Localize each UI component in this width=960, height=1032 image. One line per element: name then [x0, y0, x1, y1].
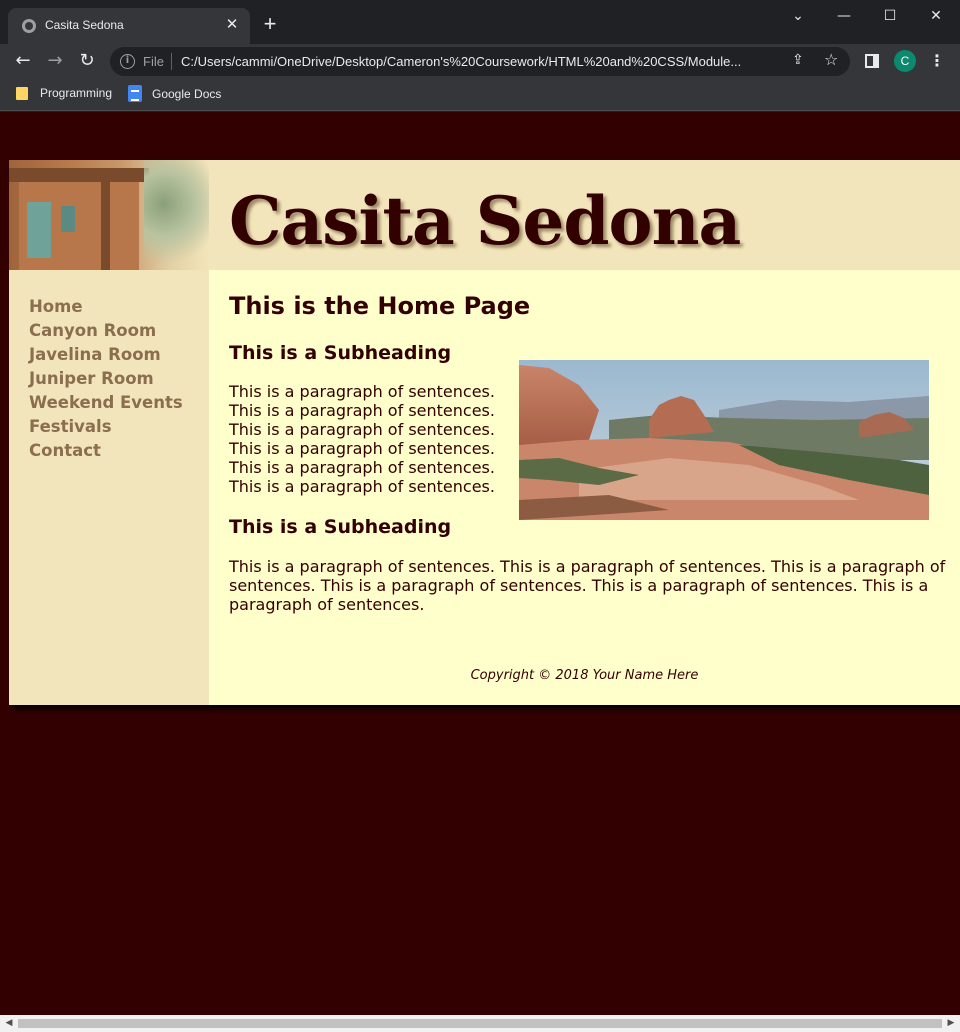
bookmark-label: Google Docs — [152, 87, 222, 101]
scrollbar-thumb[interactable] — [18, 1019, 942, 1028]
header-house-photo — [9, 160, 209, 270]
tab-title: Casita Sedona — [45, 18, 124, 32]
site-title: Casita Sedona — [229, 182, 741, 260]
reload-button[interactable]: ↻ — [76, 50, 98, 72]
scroll-left-icon[interactable]: ◀ — [3, 1017, 15, 1029]
forward-button[interactable]: → — [44, 50, 66, 72]
toolbar: ← → ↻ i File C:/Users/cammi/OneDrive/Des… — [0, 44, 960, 78]
nav-link-canyon-room[interactable]: Canyon Room — [29, 319, 209, 343]
paragraph-line: This is a paragraph of sentences. — [229, 477, 495, 496]
page-viewport: Casita Sedona Home Canyon Room Javelina … — [0, 112, 960, 1015]
nav-link-weekend-events[interactable]: Weekend Events — [29, 391, 209, 415]
address-prefix: File — [143, 54, 164, 69]
tab-search-icon[interactable]: ⌄ — [788, 6, 808, 26]
minimize-button[interactable]: — — [834, 6, 854, 26]
bookmarks-bar: Programming Google Docs — [0, 78, 960, 111]
paragraph-line: This is a paragraph of sentences. — [229, 458, 495, 477]
google-docs-icon — [128, 85, 142, 102]
canyon-photo — [519, 360, 929, 520]
paragraph-line: This is a paragraph of sentences. — [229, 420, 495, 439]
paragraph-block: This is a paragraph of sentences. This i… — [229, 382, 509, 496]
nav-link-javelina-room[interactable]: Javelina Room — [29, 343, 209, 367]
globe-icon — [22, 19, 36, 33]
back-button[interactable]: ← — [12, 50, 34, 72]
address-bar[interactable]: i File C:/Users/cammi/OneDrive/Desktop/C… — [110, 47, 850, 76]
bookmark-google-docs[interactable]: Google Docs — [128, 85, 221, 103]
page-heading: This is the Home Page — [229, 292, 531, 320]
paragraph-line: This is a paragraph of sentences. — [229, 382, 495, 401]
scroll-right-icon[interactable]: ▶ — [945, 1017, 957, 1029]
address-separator — [171, 53, 172, 70]
browser-chrome: Casita Sedona ✕ + ⌄ — ☐ ✕ ← → ↻ i File C… — [0, 0, 960, 112]
page-wrapper: Casita Sedona Home Canyon Room Javelina … — [9, 160, 960, 705]
close-icon[interactable]: ✕ — [224, 16, 240, 32]
paragraph: This is a paragraph of sentences. This i… — [229, 557, 946, 614]
tab-strip: Casita Sedona ✕ + ⌄ — ☐ ✕ — [0, 0, 960, 44]
info-icon[interactable]: i — [120, 54, 135, 69]
star-icon[interactable]: ☆ — [824, 50, 838, 69]
nav-link-juniper-room[interactable]: Juniper Room — [29, 367, 209, 391]
site-header: Casita Sedona — [9, 160, 960, 270]
url-text[interactable]: C:/Users/cammi/OneDrive/Desktop/Cameron'… — [181, 54, 781, 69]
main-content: This is the Home Page This is a Subheadi… — [209, 270, 960, 705]
nav-link-contact[interactable]: Contact — [29, 439, 209, 463]
site-nav: Home Canyon Room Javelina Room Juniper R… — [9, 270, 209, 705]
side-panel-icon[interactable] — [865, 54, 879, 68]
profile-avatar[interactable]: C — [894, 50, 916, 72]
window-close-button[interactable]: ✕ — [926, 6, 946, 26]
page-footer: Copyright © 2018 Your Name Here — [470, 668, 699, 683]
paragraph-line: This is a paragraph of sentences. — [229, 401, 495, 420]
horizontal-scrollbar[interactable]: ◀ ▶ — [0, 1015, 960, 1032]
paragraph-line: This is a paragraph of sentences. — [229, 439, 495, 458]
subheading: This is a Subheading — [229, 516, 452, 538]
tab-casita-sedona[interactable]: Casita Sedona ✕ — [8, 8, 250, 44]
subheading: This is a Subheading — [229, 342, 452, 364]
new-tab-button[interactable]: + — [260, 13, 280, 35]
nav-link-festivals[interactable]: Festivals — [29, 415, 209, 439]
bookmark-programming[interactable]: Programming — [16, 85, 112, 103]
folder-icon — [16, 87, 28, 100]
share-icon[interactable]: ⇪ — [792, 52, 804, 68]
bookmark-label: Programming — [40, 86, 113, 100]
nav-link-home[interactable]: Home — [29, 295, 209, 319]
kebab-menu-icon[interactable]: ⋮ — [928, 50, 946, 72]
maximize-button[interactable]: ☐ — [880, 6, 900, 26]
